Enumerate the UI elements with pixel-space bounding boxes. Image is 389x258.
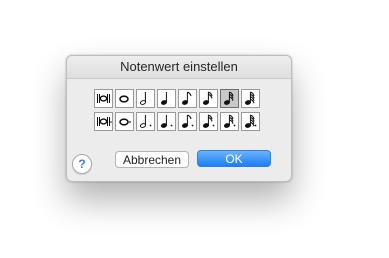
screen: Notenwert einstellen ? Abbrechen OK [0,0,389,258]
note-value-grid [94,89,262,135]
note-value-cell[interactable] [157,112,176,131]
note-value-cell[interactable] [220,112,239,131]
dotted-eighth-note-icon [181,114,194,128]
sixteenth-note-icon [202,91,213,105]
half-note-icon [139,92,147,105]
dotted-half-note-icon [139,115,152,128]
note-value-cell[interactable] [94,112,113,131]
note-value-cell[interactable] [94,89,113,108]
note-value-dialog: Notenwert einstellen ? Abbrechen OK [66,55,292,182]
ok-button[interactable]: OK [197,150,271,167]
dotted-breve-note-icon [97,117,112,126]
note-value-cell[interactable] [115,89,134,108]
cancel-button[interactable]: Abbrechen [115,151,189,168]
dotted-quarter-note-icon [160,115,173,128]
note-value-cell[interactable] [220,89,239,108]
eighth-note-icon [181,91,192,105]
dialog-title: Notenwert einstellen [67,56,291,79]
note-value-cell[interactable] [136,112,155,131]
note-value-cell[interactable] [136,89,155,108]
note-value-cell[interactable] [115,112,134,131]
note-value-cell[interactable] [199,112,218,131]
dotted-sixty-fourth-note-icon [244,114,257,128]
breve-note-icon [97,94,110,103]
sixty-fourth-note-icon [244,91,255,105]
note-value-cell[interactable] [178,112,197,131]
note-value-cell[interactable] [241,89,260,108]
dotted-thirty-second-note-icon [223,114,236,128]
note-value-cell[interactable] [199,89,218,108]
dotted-whole-note-icon [119,118,131,126]
whole-note-icon [119,95,129,103]
thirty-second-note-icon [223,91,234,105]
dotted-sixteenth-note-icon [202,114,215,128]
note-value-cell[interactable] [178,89,197,108]
note-row-dotted [94,112,262,131]
note-value-cell[interactable] [241,112,260,131]
quarter-note-icon [160,92,168,105]
note-row-plain [94,89,262,108]
help-button[interactable]: ? [72,154,92,174]
note-value-cell[interactable] [157,89,176,108]
